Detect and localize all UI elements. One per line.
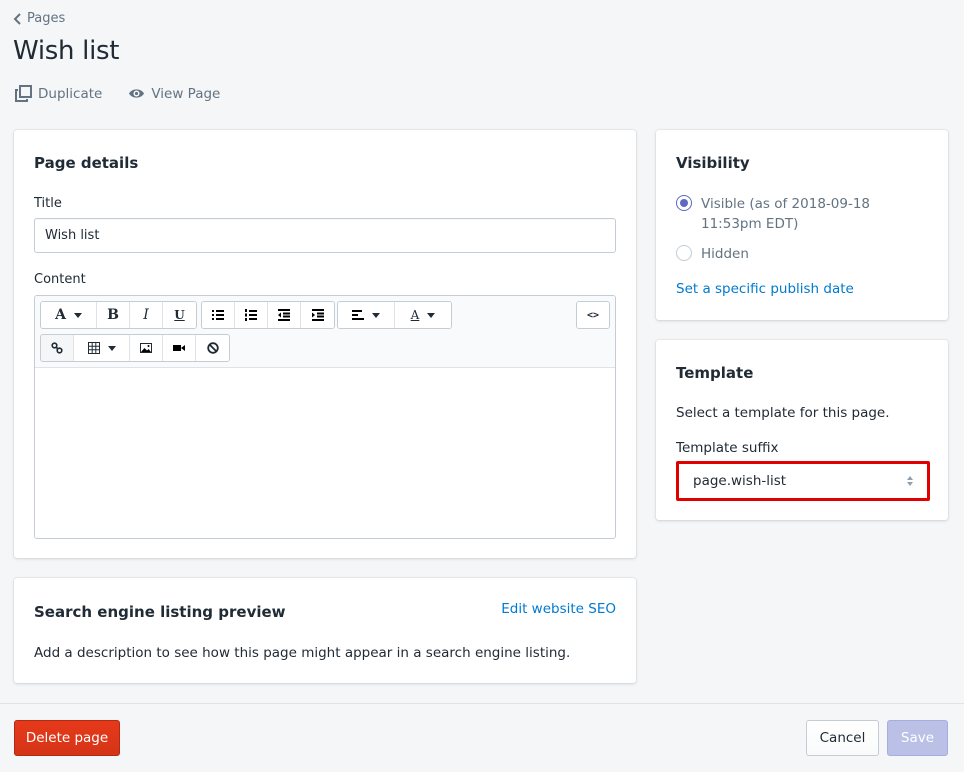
template-suffix-value: page.wish-list xyxy=(693,473,787,489)
template-description: Select a template for this page. xyxy=(676,405,890,421)
breadcrumb-back-link[interactable]: Pages xyxy=(13,11,65,26)
link-icon xyxy=(51,342,63,354)
video-button[interactable] xyxy=(163,335,196,361)
align-button[interactable] xyxy=(338,302,395,328)
code-icon: <> xyxy=(586,309,600,321)
align-left-icon xyxy=(352,310,364,320)
underline-icon: U xyxy=(174,308,185,322)
set-publish-date-link[interactable]: Set a specific publish date xyxy=(676,281,854,297)
text-style-button[interactable]: A xyxy=(41,302,97,328)
editor-content-area[interactable] xyxy=(35,368,615,538)
italic-button[interactable]: I xyxy=(130,302,163,328)
template-suffix-select[interactable]: page.wish-list xyxy=(676,461,930,501)
visibility-heading: Visibility xyxy=(676,154,750,172)
italic-icon: I xyxy=(143,307,149,323)
outdent-icon xyxy=(278,309,290,321)
eye-icon xyxy=(129,89,145,98)
hidden-radio[interactable] xyxy=(676,245,692,261)
duplicate-label: Duplicate xyxy=(38,85,103,102)
cancel-button[interactable]: Cancel xyxy=(806,720,879,756)
indent-button[interactable] xyxy=(301,302,334,328)
delete-page-button[interactable]: Delete page xyxy=(14,720,120,756)
table-button[interactable] xyxy=(74,335,130,361)
select-arrows-icon xyxy=(907,476,913,486)
save-button[interactable]: Save xyxy=(887,720,948,756)
content-label: Content xyxy=(34,272,86,287)
page-title: Wish list xyxy=(13,36,120,66)
chevron-down-icon xyxy=(427,312,436,318)
chevron-down-icon xyxy=(107,345,116,351)
chevron-left-icon xyxy=(13,12,21,25)
table-icon xyxy=(87,342,100,354)
format-group: A B I U xyxy=(40,301,197,329)
edit-website-seo-link[interactable]: Edit website SEO xyxy=(501,601,616,617)
numbered-list-button[interactable] xyxy=(235,302,268,328)
page-details-heading: Page details xyxy=(34,154,139,172)
seo-heading: Search engine listing preview xyxy=(34,603,286,621)
duplicate-icon xyxy=(15,85,32,102)
template-card: Template Select a template for this page… xyxy=(656,340,948,520)
video-camera-icon xyxy=(173,345,185,351)
numbered-list-icon xyxy=(245,309,257,321)
editor-toolbar: A B I U A <> xyxy=(35,296,615,368)
chevron-down-icon xyxy=(73,312,82,318)
visible-radio-label: Visible (as of 2018-09-18 11:53pm EDT) xyxy=(701,196,871,232)
title-label: Title xyxy=(34,196,62,211)
seo-description: Add a description to see how this page m… xyxy=(34,645,571,661)
hidden-radio-label: Hidden xyxy=(701,246,749,262)
view-page-button[interactable]: View Page xyxy=(128,85,220,102)
underline-button[interactable]: U xyxy=(163,302,196,328)
visibility-card: Visibility Visible (as of 2018-09-18 11:… xyxy=(656,130,948,320)
page-details-card: Page details Title Content A B I U xyxy=(14,130,636,558)
bullet-list-button[interactable] xyxy=(202,302,235,328)
ban-icon xyxy=(206,342,219,354)
bold-button[interactable]: B xyxy=(97,302,130,328)
view-page-label: View Page xyxy=(151,85,221,102)
indent-icon xyxy=(311,309,324,321)
text-color-button[interactable]: A xyxy=(395,302,451,328)
visibility-option-visible[interactable]: Visible (as of 2018-09-18 11:53pm EDT) xyxy=(676,194,921,234)
breadcrumb-label: Pages xyxy=(27,11,66,26)
visible-radio[interactable] xyxy=(676,195,692,211)
insert-group xyxy=(40,334,230,362)
title-input[interactable] xyxy=(34,218,616,253)
page-actions: Duplicate View Page xyxy=(15,85,220,102)
image-button[interactable] xyxy=(130,335,163,361)
link-button[interactable] xyxy=(41,335,74,361)
image-icon xyxy=(140,343,152,353)
clear-formatting-button[interactable] xyxy=(196,335,229,361)
bold-icon: B xyxy=(107,307,119,323)
rich-text-editor: A B I U A <> xyxy=(34,295,616,539)
seo-preview-card: Search engine listing preview Edit websi… xyxy=(14,578,636,683)
chevron-down-icon xyxy=(372,312,380,318)
text-style-icon: A xyxy=(55,307,66,323)
outdent-button[interactable] xyxy=(268,302,301,328)
html-group: <> xyxy=(576,301,610,329)
duplicate-button[interactable]: Duplicate xyxy=(15,85,102,102)
align-color-group: A xyxy=(337,301,452,329)
template-suffix-label: Template suffix xyxy=(676,440,779,456)
visibility-option-hidden[interactable]: Hidden xyxy=(676,244,921,264)
text-color-icon: A xyxy=(410,308,420,322)
template-heading: Template xyxy=(676,364,754,382)
bullet-list-icon xyxy=(212,310,224,320)
footer-divider xyxy=(0,703,964,704)
list-group xyxy=(201,301,335,329)
html-source-button[interactable]: <> xyxy=(577,302,609,328)
